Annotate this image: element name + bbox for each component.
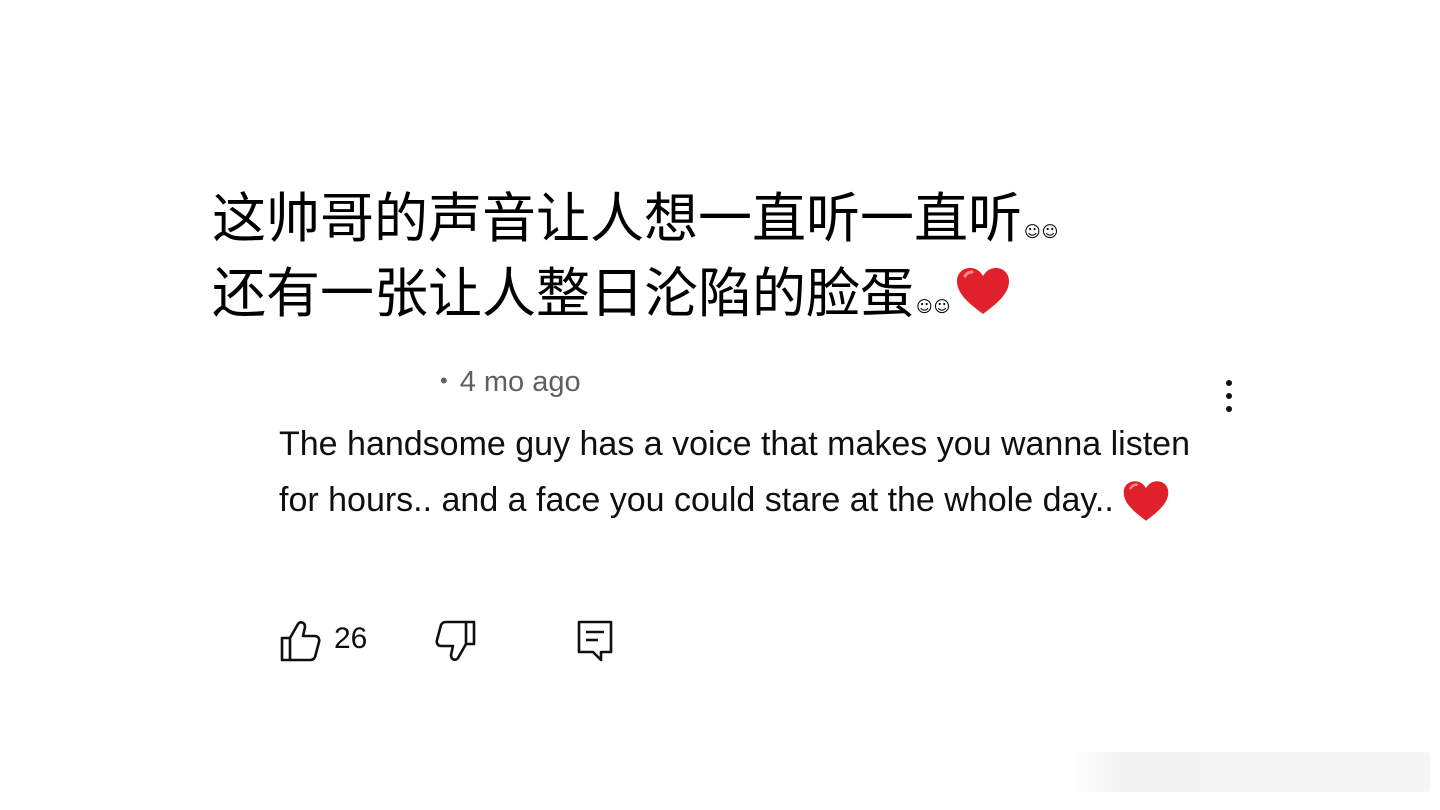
caption-line-1: 这帅哥的声音让人想一直听一直听 ☺☺ bbox=[212, 188, 1252, 263]
smile-emoji-icon: ☺☺ bbox=[1024, 222, 1060, 241]
red-heart-icon bbox=[1123, 481, 1169, 521]
thumbs-up-icon[interactable] bbox=[278, 618, 322, 664]
smile-emoji-icon: ☺☺ bbox=[916, 297, 952, 316]
comment-text-content: The handsome guy has a voice that makes … bbox=[279, 425, 1190, 519]
red-heart-icon bbox=[957, 268, 1010, 314]
like-count: 26 bbox=[334, 622, 368, 655]
watermark bbox=[1070, 752, 1430, 792]
reply-icon[interactable] bbox=[574, 618, 618, 664]
comment-meta: • 4 mo ago bbox=[440, 366, 581, 399]
comment-timestamp: 4 mo ago bbox=[459, 366, 581, 398]
thumbs-down-icon[interactable] bbox=[434, 618, 478, 664]
more-options-icon[interactable] bbox=[1214, 376, 1244, 416]
comment-text: The handsome guy has a voice that makes … bbox=[279, 416, 1219, 528]
meta-dot: • bbox=[440, 368, 448, 393]
caption-line-1-text: 这帅哥的声音让人想一直听一直听 bbox=[212, 187, 1022, 250]
comment-card: • 4 mo ago The handsome guy has a voice t… bbox=[0, 340, 1440, 700]
caption-line-2-text: 还有一张让人整日沦陷的脸蛋 bbox=[212, 262, 914, 325]
comment-actions: 26 bbox=[278, 618, 678, 666]
caption-line-2: 还有一张让人整日沦陷的脸蛋 ☺☺ bbox=[212, 263, 1252, 338]
caption: 这帅哥的声音让人想一直听一直听 ☺☺ 还有一张让人整日沦陷的脸蛋 ☺☺ bbox=[212, 188, 1252, 338]
